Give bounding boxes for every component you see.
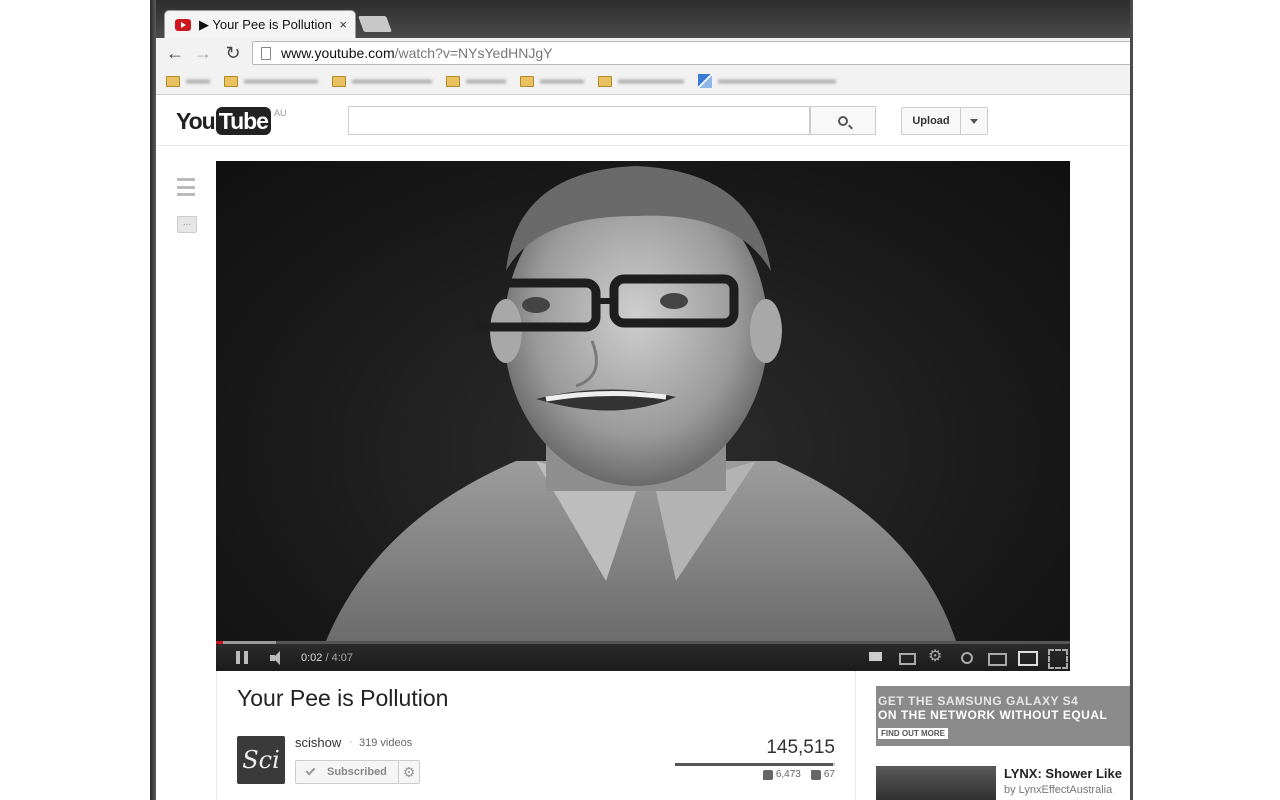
search-input[interactable] bbox=[348, 106, 810, 135]
blurred-label bbox=[244, 79, 318, 83]
search-icon bbox=[838, 115, 848, 126]
video-frame[interactable] bbox=[216, 161, 1070, 641]
avatar-glyph: Sci bbox=[242, 746, 280, 774]
time-display: 0:02 / 4:07 bbox=[301, 652, 353, 664]
settings-gear-icon[interactable] bbox=[928, 646, 944, 666]
captions-icon[interactable] bbox=[898, 649, 916, 665]
logo-region: AU bbox=[273, 108, 287, 118]
address-bar[interactable]: www.youtube.com /watch?v=NYsYedHNJgY bbox=[252, 41, 1130, 65]
current-time: 0:02 bbox=[301, 651, 323, 664]
check-icon bbox=[305, 765, 316, 776]
bookmark-folder[interactable] bbox=[332, 75, 432, 87]
folder-icon bbox=[520, 75, 534, 87]
video-still bbox=[326, 166, 956, 641]
tab-title: ▶ Your Pee is Pollution bbox=[199, 16, 332, 32]
youtube-logo[interactable]: You Tube AU bbox=[176, 107, 286, 135]
annotations-icon[interactable] bbox=[868, 649, 884, 665]
player-controls-right bbox=[854, 646, 1068, 669]
youtube-favicon-icon bbox=[175, 18, 191, 31]
watch-later-icon[interactable] bbox=[958, 649, 974, 665]
bookmark-folder[interactable] bbox=[520, 75, 584, 87]
search-button[interactable] bbox=[810, 106, 876, 135]
bookmark-folder[interactable] bbox=[224, 75, 318, 87]
subscription-settings-gear-icon[interactable]: ⚙ bbox=[398, 760, 420, 784]
bookmark-folder[interactable] bbox=[446, 75, 506, 87]
more-icon[interactable]: ... bbox=[177, 216, 197, 233]
bookmark-item[interactable] bbox=[698, 74, 836, 88]
subscribed-label: Subscribed bbox=[327, 766, 387, 778]
related-video-thumbnail[interactable] bbox=[876, 766, 996, 800]
new-tab-button[interactable] bbox=[358, 16, 392, 32]
upload-dropdown-button[interactable] bbox=[960, 107, 988, 135]
channel-separator: · bbox=[349, 736, 353, 748]
tab-active[interactable]: ▶ Your Pee is Pollution × bbox=[164, 10, 356, 38]
folder-icon bbox=[224, 75, 238, 87]
blurred-label bbox=[718, 79, 836, 83]
youtube-masthead: You Tube AU Upload bbox=[156, 96, 1130, 146]
duration: 4:07 bbox=[331, 651, 354, 664]
time-separator: / bbox=[322, 651, 332, 664]
thumbs-down-icon[interactable] bbox=[810, 769, 821, 780]
video-title: Your Pee is Pollution bbox=[237, 685, 449, 711]
folder-icon bbox=[598, 75, 612, 87]
small-player-icon[interactable] bbox=[988, 649, 1007, 666]
channel-avatar[interactable]: Sci bbox=[237, 736, 285, 784]
tab-strip: ▶ Your Pee is Pollution × bbox=[156, 0, 1130, 38]
reload-icon[interactable]: ↻ bbox=[222, 42, 244, 64]
video-info: Your Pee is Pollution Sci scishow · 319 … bbox=[216, 671, 856, 800]
like-count: 6,473 bbox=[775, 769, 801, 780]
blurred-label bbox=[618, 79, 684, 83]
dislike-count: 67 bbox=[823, 769, 835, 780]
like-ratio-fill bbox=[675, 763, 834, 766]
desktop: ▶ Your Pee is Pollution × ← → ↻ www.yout… bbox=[0, 0, 1280, 800]
related-video-title[interactable]: LYNX: Shower Like bbox=[1004, 766, 1122, 781]
pause-icon[interactable] bbox=[236, 651, 248, 664]
video-player[interactable]: 0:02 / 4:07 bbox=[216, 161, 1070, 671]
url-host: www.youtube.com bbox=[281, 45, 395, 61]
browser-toolbar: ← → ↻ www.youtube.com /watch?v=NYsYedHNJ… bbox=[156, 38, 1130, 68]
folder-icon bbox=[446, 75, 460, 87]
ad-line1: GET THE SAMSUNG GALAXY S4 bbox=[878, 694, 1079, 708]
url-path: /watch?v=NYsYedHNJgY bbox=[394, 45, 553, 61]
folder-icon bbox=[332, 75, 346, 87]
browser-window: ▶ Your Pee is Pollution × ← → ↻ www.yout… bbox=[156, 0, 1130, 800]
player-controls: 0:02 / 4:07 bbox=[216, 644, 1070, 671]
large-player-icon[interactable] bbox=[1018, 649, 1038, 666]
likes-row: 6,473 67 bbox=[762, 769, 835, 780]
logo-you: You bbox=[176, 108, 216, 134]
guide-menu-icon[interactable] bbox=[177, 178, 195, 196]
forward-icon[interactable]: → bbox=[192, 42, 214, 64]
view-count: 145,515 bbox=[766, 737, 835, 758]
logo-tube: Tube bbox=[215, 107, 271, 135]
sidebar-ad-banner[interactable]: GET THE SAMSUNG GALAXY S4 ON THE NETWORK… bbox=[876, 686, 1130, 746]
related-video-channel: by LynxEffectAustralia bbox=[1004, 784, 1113, 796]
blurred-label bbox=[540, 79, 584, 83]
ad-line2: ON THE NETWORK WITHOUT EQUAL bbox=[878, 708, 1108, 722]
thumbs-up-icon[interactable] bbox=[762, 769, 773, 780]
like-ratio-bar bbox=[675, 763, 835, 766]
bookmark-folder[interactable] bbox=[598, 75, 684, 87]
upload-button[interactable]: Upload bbox=[901, 107, 961, 135]
blurred-label bbox=[466, 79, 506, 83]
image-icon bbox=[698, 74, 712, 88]
ad-cta[interactable]: FIND OUT MORE bbox=[878, 728, 948, 739]
channel-name-link[interactable]: scishow bbox=[295, 735, 341, 750]
fullscreen-icon[interactable] bbox=[1048, 649, 1068, 669]
tab-close-icon[interactable]: × bbox=[339, 17, 347, 32]
page-icon bbox=[261, 46, 271, 60]
bookmarks-bar bbox=[156, 68, 1130, 95]
subscribed-button[interactable]: Subscribed bbox=[295, 760, 399, 784]
back-icon[interactable]: ← bbox=[164, 42, 186, 64]
blurred-label bbox=[186, 79, 210, 83]
bookmark-folder[interactable] bbox=[166, 75, 210, 87]
volume-icon[interactable] bbox=[270, 650, 290, 665]
chevron-down-icon bbox=[970, 118, 978, 124]
folder-icon bbox=[166, 75, 180, 87]
video-count-link[interactable]: 319 videos bbox=[359, 737, 412, 749]
blurred-label bbox=[352, 79, 432, 83]
